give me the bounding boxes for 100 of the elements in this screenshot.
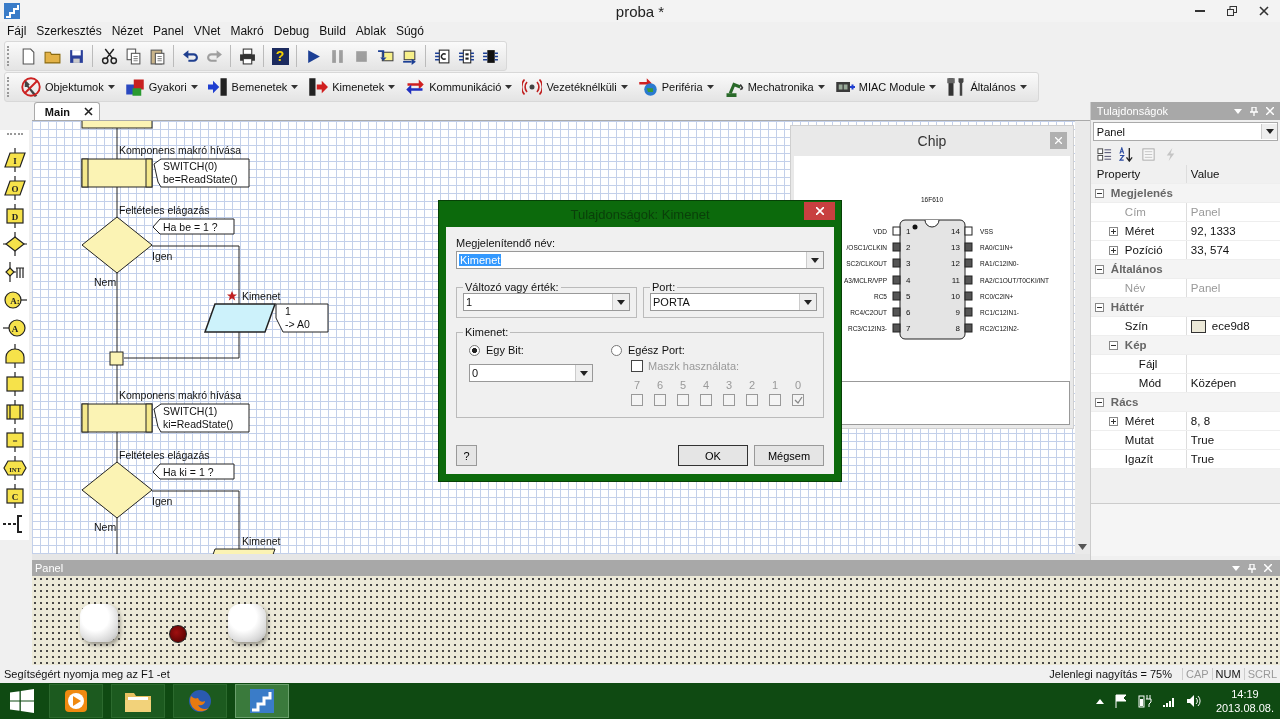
component-category-button[interactable]: Periféria — [632, 74, 719, 100]
bit-label: 3 — [725, 379, 733, 391]
window-title: proba * — [615, 2, 665, 20]
expand-icon[interactable] — [1108, 226, 1118, 236]
tools-icon — [21, 77, 41, 97]
radio-option[interactable]: Egy Bit: — [469, 344, 611, 356]
collapse-icon[interactable] — [1108, 340, 1118, 350]
collapse-icon[interactable] — [1094, 302, 1104, 312]
minimize-icon — [1195, 10, 1205, 12]
caret-icon — [388, 85, 396, 89]
component-category-button[interactable]: Objektumok — [16, 74, 120, 100]
caret-icon — [107, 85, 115, 89]
menu-item[interactable]: Ablak — [350, 24, 391, 38]
arrows-globe-icon — [637, 77, 658, 97]
decision-diamond[interactable] — [81, 216, 153, 274]
sort-az-icon — [1119, 146, 1135, 162]
caret-icon — [706, 85, 714, 89]
taskbar-app-button[interactable] — [111, 684, 165, 718]
up-arrow-icon[interactable] — [1095, 698, 1104, 704]
flowchart-tool-button[interactable]: I — [0, 146, 29, 174]
property-value: True — [1190, 434, 1215, 446]
help-button[interactable]: ? — [456, 445, 477, 466]
collapse-icon[interactable] — [1094, 188, 1104, 198]
menu-item[interactable]: Súgó — [390, 24, 429, 38]
copy-icon — [124, 47, 142, 65]
flowchart-tool-button[interactable]: O — [0, 174, 29, 202]
output-block[interactable] — [203, 303, 276, 333]
category-label: Háttér — [1109, 301, 1145, 313]
collapse-icon[interactable] — [1094, 264, 1104, 274]
flowchart-tool-button[interactable]: A: — [0, 286, 29, 314]
property-value: 33, 574 — [1190, 244, 1230, 256]
menu-item[interactable]: Debug — [268, 24, 315, 38]
decision-diamond[interactable] — [81, 461, 153, 519]
property-value: Panel — [1190, 206, 1221, 218]
chip-icon — [481, 47, 499, 65]
branch-label: Nem — [93, 521, 117, 533]
flowchart-tool-button[interactable] — [0, 230, 29, 258]
flowchart-tool-button[interactable]: = — [0, 426, 29, 454]
property-name: Mód — [1137, 377, 1162, 389]
key-indicator: CAP — [1181, 668, 1212, 680]
ok-button[interactable]: OK — [678, 445, 748, 466]
menu-item[interactable]: Build — [314, 24, 351, 38]
dropdown-icon — [1265, 129, 1274, 134]
menu-item[interactable]: Fájl — [2, 24, 32, 38]
step-title: Feltételes elágazás — [118, 449, 210, 461]
document-tab[interactable]: Main — [33, 102, 100, 120]
window-panes-icon — [10, 689, 34, 713]
flowchart-tool-button[interactable]: A — [0, 314, 29, 342]
component-category-button[interactable]: Kommunikáció — [400, 74, 518, 100]
macro-block[interactable] — [81, 158, 153, 188]
taskbar-app-button[interactable] — [235, 684, 289, 718]
pin-number: 5 — [906, 292, 911, 301]
component-category-button[interactable]: Bemenetek — [202, 74, 304, 100]
taskbar-app-button[interactable] — [49, 684, 103, 718]
caret-icon — [505, 85, 513, 89]
printer-icon — [238, 47, 256, 65]
menu-item[interactable]: Panel — [148, 24, 189, 38]
flowchart-tool-button[interactable]: D — [0, 202, 29, 230]
bit-label: 4 — [702, 379, 710, 391]
bit-combo[interactable]: 0 — [469, 364, 593, 382]
component-category-button[interactable]: Mechatronika — [718, 74, 830, 100]
close-button[interactable] — [804, 202, 835, 220]
step-title: Kimenet — [241, 535, 281, 547]
collapse-icon[interactable] — [1094, 397, 1104, 407]
menu-item[interactable]: Makró — [225, 24, 269, 38]
component-category-button[interactable]: Gyakori — [119, 74, 203, 100]
menu-item[interactable]: Nézet — [106, 24, 149, 38]
component-category-button[interactable]: Általános — [941, 74, 1032, 100]
junction-square — [109, 351, 124, 366]
cancel-button[interactable]: Mégsem — [754, 445, 824, 466]
expand-icon[interactable] — [1108, 416, 1118, 426]
menu-item[interactable]: Szerkesztés — [31, 24, 107, 38]
category-label: Kép — [1123, 339, 1147, 351]
chip-icon — [433, 47, 451, 65]
status-hint: Segítségért nyomja meg az F1 -et — [4, 668, 170, 680]
property-value: 92, 1333 — [1190, 225, 1236, 237]
component-category-button[interactable]: Vezetéknélküli — [517, 74, 633, 100]
component-category-button[interactable]: MIAC Module — [829, 74, 942, 100]
property-value: Panel — [1190, 282, 1221, 294]
radio-option[interactable]: Egész Port: — [611, 344, 804, 356]
condition-callout: Ha ki = 1 ? — [152, 463, 235, 480]
flag-icon[interactable] — [1113, 694, 1128, 708]
close-icon[interactable] — [83, 107, 93, 116]
arrow-chip-icon — [308, 77, 329, 97]
pin-number: 13 — [951, 243, 960, 252]
component-category-button[interactable]: Kimenetek — [303, 74, 401, 100]
flowchart-tool-button[interactable]: C — [0, 482, 29, 510]
expand-icon[interactable] — [1108, 245, 1118, 255]
macro-block[interactable] — [81, 403, 153, 433]
speaker-icon[interactable] — [1185, 694, 1202, 708]
object-dropdown[interactable]: Panel — [1092, 122, 1278, 141]
dropdown-icon — [580, 370, 588, 376]
battery-plug-icon[interactable] — [1137, 694, 1152, 708]
value-combo[interactable]: 1 — [463, 293, 630, 311]
port-combo[interactable]: PORTA — [650, 293, 817, 311]
step-title: Komponens makró hívása — [118, 389, 241, 401]
menu-item[interactable]: VNet — [188, 24, 226, 38]
property-value: ece9d8 — [1211, 320, 1250, 332]
down-arrow-icon[interactable] — [1077, 544, 1087, 550]
bit-label: 1 — [771, 379, 779, 391]
